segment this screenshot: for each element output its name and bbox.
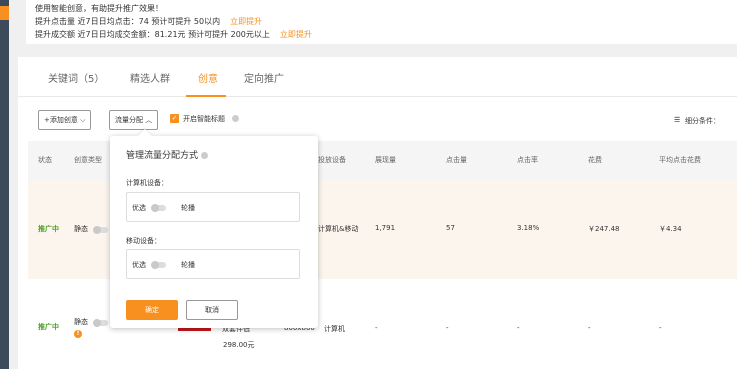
row-cost: -: [588, 324, 591, 332]
flow-split-label: 流量分配: [115, 116, 143, 124]
row-ctr: -: [517, 324, 520, 332]
header-device: 投放设备: [318, 156, 346, 164]
mobile-mode-switch: 优选 轮播: [126, 249, 300, 279]
cancel-button[interactable]: 取消: [186, 300, 238, 320]
pc-option-preferred[interactable]: 优选: [132, 203, 146, 213]
breakdown-label[interactable]: 细分条件：: [685, 116, 720, 126]
row-device: 计算机: [324, 325, 345, 333]
pc-mode-switch: 优选 轮播: [126, 192, 300, 222]
flow-split-button[interactable]: 流量分配 ︿: [109, 110, 159, 130]
add-creative-label: +添加创意: [44, 116, 78, 124]
popover-title-text: 管理流量分配方式: [126, 151, 199, 161]
boost-clicks-link[interactable]: 立即提升: [230, 17, 262, 26]
header-avg-cpc[interactable]: 平均点击花费: [659, 155, 701, 165]
row-clicks: 57: [446, 224, 455, 232]
row-type: 静态: [74, 318, 88, 326]
info-icon[interactable]: [232, 115, 239, 122]
tip-line-1: 使用智能创意，有助提升推广效果！: [35, 4, 163, 13]
left-nav-bar: [0, 0, 9, 369]
header-status: 状态: [38, 156, 52, 164]
row-type: 静态: [74, 225, 88, 233]
info-icon[interactable]: [200, 152, 208, 159]
header-impressions[interactable]: 展现量: [375, 155, 396, 165]
row-avg-cpc: ￥4.34: [659, 225, 682, 233]
tab-creative[interactable]: 创意: [198, 70, 218, 85]
pc-mode-toggle[interactable]: [151, 204, 166, 212]
list-icon[interactable]: ☰: [674, 116, 680, 124]
row-device: 计算机&移动: [318, 225, 359, 233]
header-clicks[interactable]: 点击量: [446, 155, 467, 165]
pc-device-label: 计算机设备：: [126, 179, 168, 187]
row-clicks: -: [446, 324, 449, 332]
row-toggle[interactable]: [93, 226, 108, 234]
tips-panel: 使用智能创意，有助提升推广效果！ 提升点击量 近7日日均点击：74 预计可提升 …: [26, 0, 737, 44]
row-cost: ￥247.48: [588, 225, 620, 233]
boost-sales-link[interactable]: 立即提升: [280, 30, 312, 39]
header-cost[interactable]: 花费: [588, 155, 602, 165]
mobile-option-rotate[interactable]: 轮播: [181, 260, 195, 270]
mobile-mode-toggle[interactable]: [151, 261, 166, 269]
row-status: 推广中: [38, 225, 59, 233]
header-ctr[interactable]: 点击率: [517, 155, 538, 165]
row-impressions: -: [375, 324, 378, 332]
row-price: 298.00元: [223, 341, 255, 349]
warning-icon[interactable]: !: [74, 330, 82, 338]
row-toggle[interactable]: [93, 319, 108, 327]
row-ctr: 3.18%: [517, 224, 540, 232]
mobile-option-preferred[interactable]: 优选: [132, 260, 146, 270]
tab-audience[interactable]: 精选人群: [130, 70, 170, 85]
row-status: 推广中: [38, 323, 59, 331]
active-tab-underline: [186, 95, 226, 97]
tip-line-2: 提升点击量 近7日日均点击：74 预计可提升 50以内: [35, 17, 221, 26]
left-nav-active-mark: [0, 6, 9, 20]
row-avg-cpc: -: [659, 324, 662, 332]
popover-title: 管理流量分配方式: [126, 148, 208, 161]
tab-bar: 关键词（5） 精选人群 创意 定向推广: [18, 57, 737, 97]
tip-line-3: 提升成交额 近7日日均成交金额：81.21元 预计可提升 200元以上: [35, 30, 270, 39]
flow-split-popover: 管理流量分配方式 计算机设备： 优选 轮播 移动设备： 优选 轮播 确定 取消: [110, 128, 318, 328]
pc-option-rotate[interactable]: 轮播: [181, 203, 195, 213]
tab-keywords[interactable]: 关键词（5）: [48, 70, 104, 85]
mobile-device-label: 移动设备：: [126, 237, 161, 245]
header-creative-type: 创意类型: [74, 156, 102, 164]
smart-title-label: 开启智能标题: [183, 115, 225, 123]
add-creative-button[interactable]: +添加创意 ⌵: [38, 110, 92, 130]
smart-title-checkbox[interactable]: ✓: [170, 114, 179, 123]
tab-targeting[interactable]: 定向推广: [244, 70, 284, 85]
row-impressions: 1,791: [375, 224, 396, 232]
confirm-button[interactable]: 确定: [126, 300, 178, 320]
